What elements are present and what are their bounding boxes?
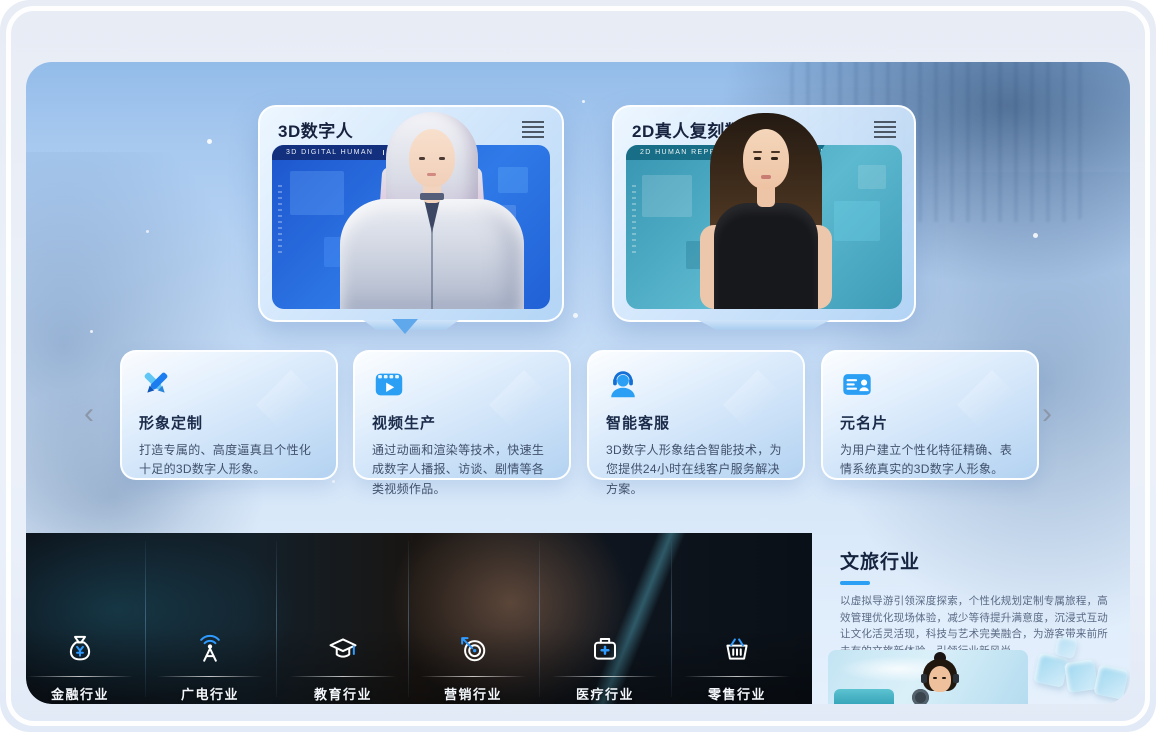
feature-card-meta-business-card[interactable]: 元名片 为用户建立个性化特征精确、表情系统真实的3D数字人形象。 bbox=[821, 350, 1039, 480]
feature-title: 形象定制 bbox=[139, 412, 319, 433]
label-divider bbox=[27, 676, 133, 677]
column-divider bbox=[671, 541, 672, 697]
hero-card-3d[interactable]: 3D数字人 3D DIGITAL HUMAN bbox=[258, 105, 564, 322]
label-divider bbox=[552, 676, 658, 677]
feature-card-video-production[interactable]: 视频生产 通过动画和渲染等技术，快速生成数字人播报、访谈、剧情等各类视频作品。 bbox=[353, 350, 571, 480]
industry-retail[interactable]: 零售行业 bbox=[676, 629, 798, 703]
microphone-icon bbox=[912, 689, 929, 704]
industry-label: 营销行业 bbox=[444, 684, 502, 703]
avatar-3d-woman bbox=[272, 107, 550, 309]
graduation-cap-icon bbox=[323, 629, 363, 669]
industry-label: 教育行业 bbox=[314, 684, 372, 703]
label-divider bbox=[157, 676, 263, 677]
headset-agent-icon bbox=[606, 367, 640, 401]
carousel-next-button[interactable]: › bbox=[1034, 394, 1060, 434]
page: 3D数字人 3D DIGITAL HUMAN bbox=[0, 0, 1156, 732]
industry-broadcast[interactable]: 广电行业 bbox=[149, 629, 271, 703]
detail-title: 文旅行业 bbox=[840, 547, 920, 574]
column-divider bbox=[276, 541, 277, 697]
label-divider bbox=[420, 676, 526, 677]
feature-card-image-customization[interactable]: 形象定制 打造专属的、高度逼真且个性化十足的3D数字人形象。 bbox=[120, 350, 338, 480]
money-bag-icon bbox=[60, 629, 100, 669]
industry-marketing[interactable]: 营销行业 bbox=[412, 629, 534, 703]
industry-label: 广电行业 bbox=[181, 684, 239, 703]
ice-cube-decoration bbox=[1064, 659, 1098, 693]
feature-title: 元名片 bbox=[840, 412, 1020, 433]
column-divider bbox=[145, 541, 146, 697]
ice-cube-decoration bbox=[1033, 652, 1069, 688]
accent-underline bbox=[840, 581, 870, 585]
hero-card-2d[interactable]: 2D真人复刻数字人 2D HUMAN REPRODUCTION DIGITAL … bbox=[612, 105, 916, 322]
avatar-2d-woman bbox=[626, 107, 902, 309]
broadcast-tower-icon bbox=[190, 629, 230, 669]
label-divider bbox=[684, 676, 790, 677]
shopping-basket-icon bbox=[717, 629, 757, 669]
preview-button bbox=[834, 689, 894, 704]
ice-cube-decoration bbox=[1093, 664, 1129, 700]
feature-title: 视频生产 bbox=[372, 412, 552, 433]
crossed-pens-icon bbox=[139, 367, 173, 401]
industry-detail-panel: 文旅行业 以虚拟导游引领深度探索，个性化规划定制专属旅程，高效管理优化现场体验，… bbox=[812, 533, 1130, 704]
industry-label: 零售行业 bbox=[708, 684, 766, 703]
industry-finance[interactable]: 金融行业 bbox=[26, 629, 141, 703]
column-divider bbox=[408, 541, 409, 697]
industry-label: 金融行业 bbox=[51, 684, 109, 703]
feature-description: 通过动画和渲染等技术，快速生成数字人播报、访谈、剧情等各类视频作品。 bbox=[372, 441, 552, 499]
industry-label: 医疗行业 bbox=[576, 684, 634, 703]
feature-card-smart-customer-service[interactable]: 智能客服 3D数字人形象结合智能技术，为您提供24小时在线客户服务解决方案。 bbox=[587, 350, 805, 480]
industry-education[interactable]: 教育行业 bbox=[282, 629, 404, 703]
id-card-icon bbox=[840, 367, 874, 401]
detail-preview-image bbox=[828, 650, 1028, 704]
ice-cube-decoration bbox=[1054, 635, 1078, 659]
industries-band: 金融行业 广电行业 教育行业 bbox=[26, 533, 812, 704]
feature-description: 为用户建立个性化特征精确、表情系统真实的3D数字人形象。 bbox=[840, 441, 1020, 480]
label-divider bbox=[290, 676, 396, 677]
target-arrow-icon bbox=[453, 629, 493, 669]
feature-description: 打造专属的、高度逼真且个性化十足的3D数字人形象。 bbox=[139, 441, 319, 480]
feature-description: 3D数字人形象结合智能技术，为您提供24小时在线客户服务解决方案。 bbox=[606, 441, 786, 499]
industry-medical[interactable]: 医疗行业 bbox=[544, 629, 666, 703]
video-clip-icon bbox=[372, 367, 406, 401]
column-divider bbox=[539, 541, 540, 697]
active-card-pointer-icon bbox=[392, 319, 418, 334]
medical-kit-icon bbox=[585, 629, 625, 669]
feature-title: 智能客服 bbox=[606, 412, 786, 433]
carousel-prev-button[interactable]: ‹ bbox=[76, 394, 102, 434]
main-window: 3D数字人 3D DIGITAL HUMAN bbox=[26, 62, 1130, 704]
